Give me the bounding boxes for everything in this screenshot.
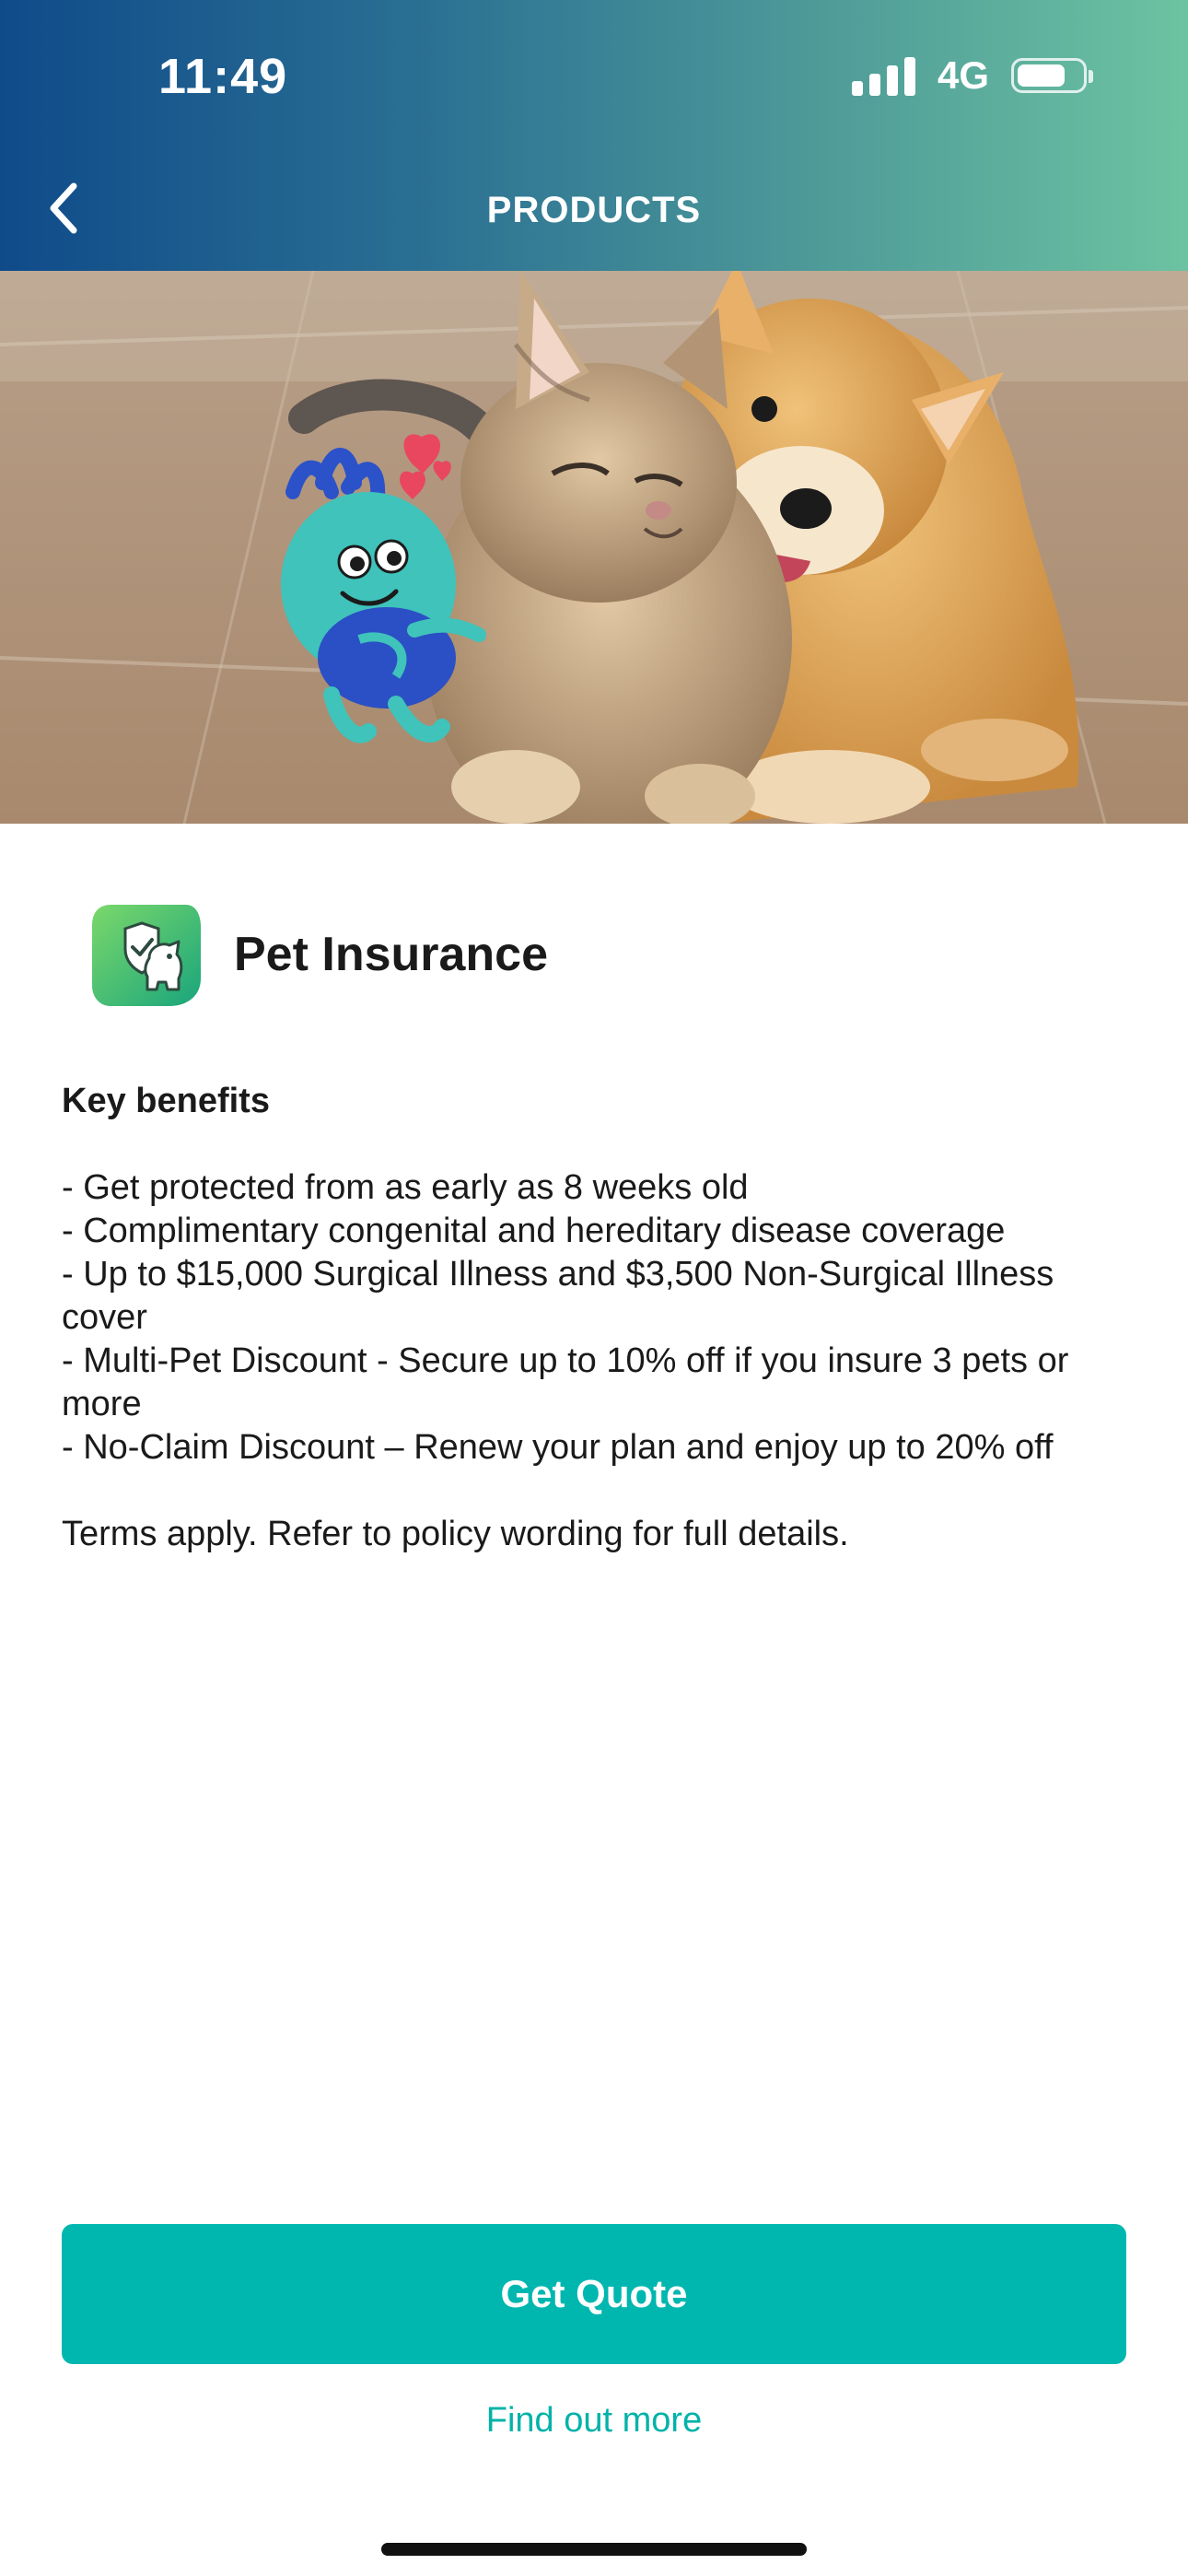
find-out-more-link[interactable]: Find out more: [0, 2401, 1188, 2441]
pet-shield-icon: [92, 905, 201, 1006]
hero-image: [0, 271, 1188, 824]
page-title: PRODUCTS: [486, 190, 702, 230]
key-benefits-heading: Key benefits: [62, 1082, 270, 1120]
battery-level: [1018, 64, 1065, 87]
benefit-item: - Multi-Pet Discount - Secure up to 10% …: [62, 1341, 1069, 1423]
home-indicator[interactable]: [381, 2543, 807, 2556]
benefit-item: - Complimentary congenital and hereditar…: [62, 1212, 1006, 1250]
benefit-item: - No-Claim Discount – Renew your plan an…: [62, 1428, 1054, 1467]
benefit-item: - Get protected from as early as 8 weeks…: [62, 1168, 749, 1207]
battery-icon: [1011, 58, 1093, 93]
network-type: 4G: [937, 53, 989, 97]
product-header: Pet Insurance: [90, 901, 548, 1008]
app-header: 11:49 4G PRODUCTS: [0, 0, 1188, 271]
product-title: Pet Insurance: [234, 928, 549, 981]
cellular-signal-icon: [851, 55, 915, 96]
get-quote-button[interactable]: Get Quote: [62, 2224, 1126, 2364]
benefit-item: - Up to $15,000 Surgical Illness and $3,…: [62, 1255, 1054, 1337]
benefits-section: Key benefits - Get protected from as ear…: [62, 1080, 1130, 1556]
status-time: 11:49: [158, 49, 288, 104]
pets-photo: [0, 271, 1188, 824]
terms-text: Terms apply. Refer to policy wording for…: [62, 1515, 849, 1553]
status-indicators: 4G: [851, 53, 1093, 98]
